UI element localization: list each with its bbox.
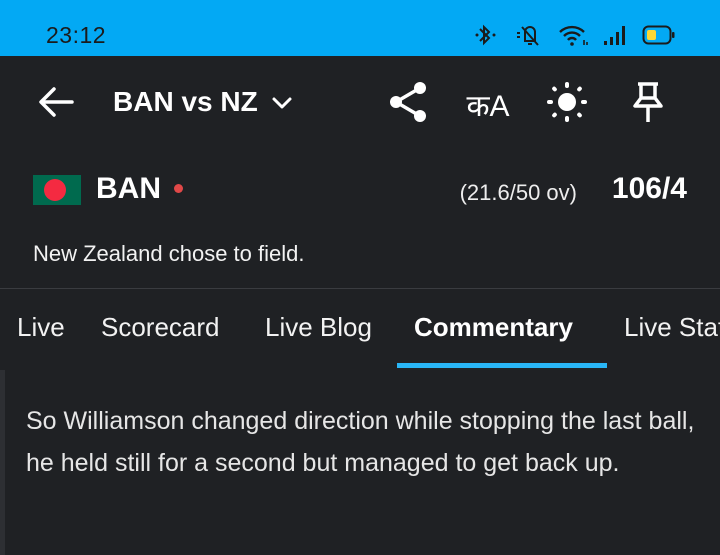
content-rail [0, 370, 5, 555]
tab-scorecard[interactable]: Scorecard [101, 312, 220, 343]
tab-bar: Live Scorecard Live Blog Commentary Live… [0, 290, 720, 370]
status-time: 23:12 [46, 22, 107, 48]
status-bar: 23:12 [0, 0, 720, 56]
chevron-down-icon [270, 86, 294, 118]
language-label: कA [466, 89, 510, 123]
tab-live-blog[interactable]: Live Blog [265, 312, 372, 343]
back-button[interactable] [34, 82, 78, 126]
bangladesh-flag-icon [33, 175, 81, 205]
status-icons [474, 22, 676, 48]
innings-summary: BAN (21.6/50 ov) 106/4 [0, 160, 720, 220]
team-name: BAN [96, 172, 161, 205]
share-icon [387, 80, 429, 129]
brightness-icon [545, 80, 589, 129]
tab-live-stats[interactable]: Live Stats [624, 312, 720, 343]
bluetooth-icon [474, 23, 500, 47]
commentary-panel: So Williamson changed direction while st… [0, 370, 720, 555]
commentary-text: So Williamson changed direction while st… [26, 407, 695, 477]
language-button[interactable]: कA [460, 80, 516, 128]
score: 106/4 [611, 172, 687, 205]
toss-info: New Zealand chose to field. [33, 241, 305, 266]
theme-toggle-button[interactable] [545, 80, 589, 129]
signal-icon [602, 23, 628, 47]
divider [0, 288, 720, 289]
mute-icon [514, 23, 544, 47]
tab-commentary[interactable]: Commentary [414, 312, 573, 343]
match-title: BAN vs NZ [113, 86, 258, 117]
active-tab-indicator [397, 363, 607, 368]
wifi-icon [558, 23, 588, 47]
pin-icon [631, 80, 665, 129]
pin-button[interactable] [626, 80, 670, 128]
back-arrow-icon [36, 84, 76, 125]
overs: (21.6/50 ov) [459, 180, 577, 205]
match-selector[interactable]: BAN vs NZ [113, 86, 294, 118]
tab-live[interactable]: Live [17, 312, 65, 343]
live-dot-icon [174, 184, 183, 193]
app-bar: BAN vs NZ कA [0, 56, 720, 152]
battery-icon [642, 24, 676, 46]
share-button[interactable] [386, 80, 430, 129]
